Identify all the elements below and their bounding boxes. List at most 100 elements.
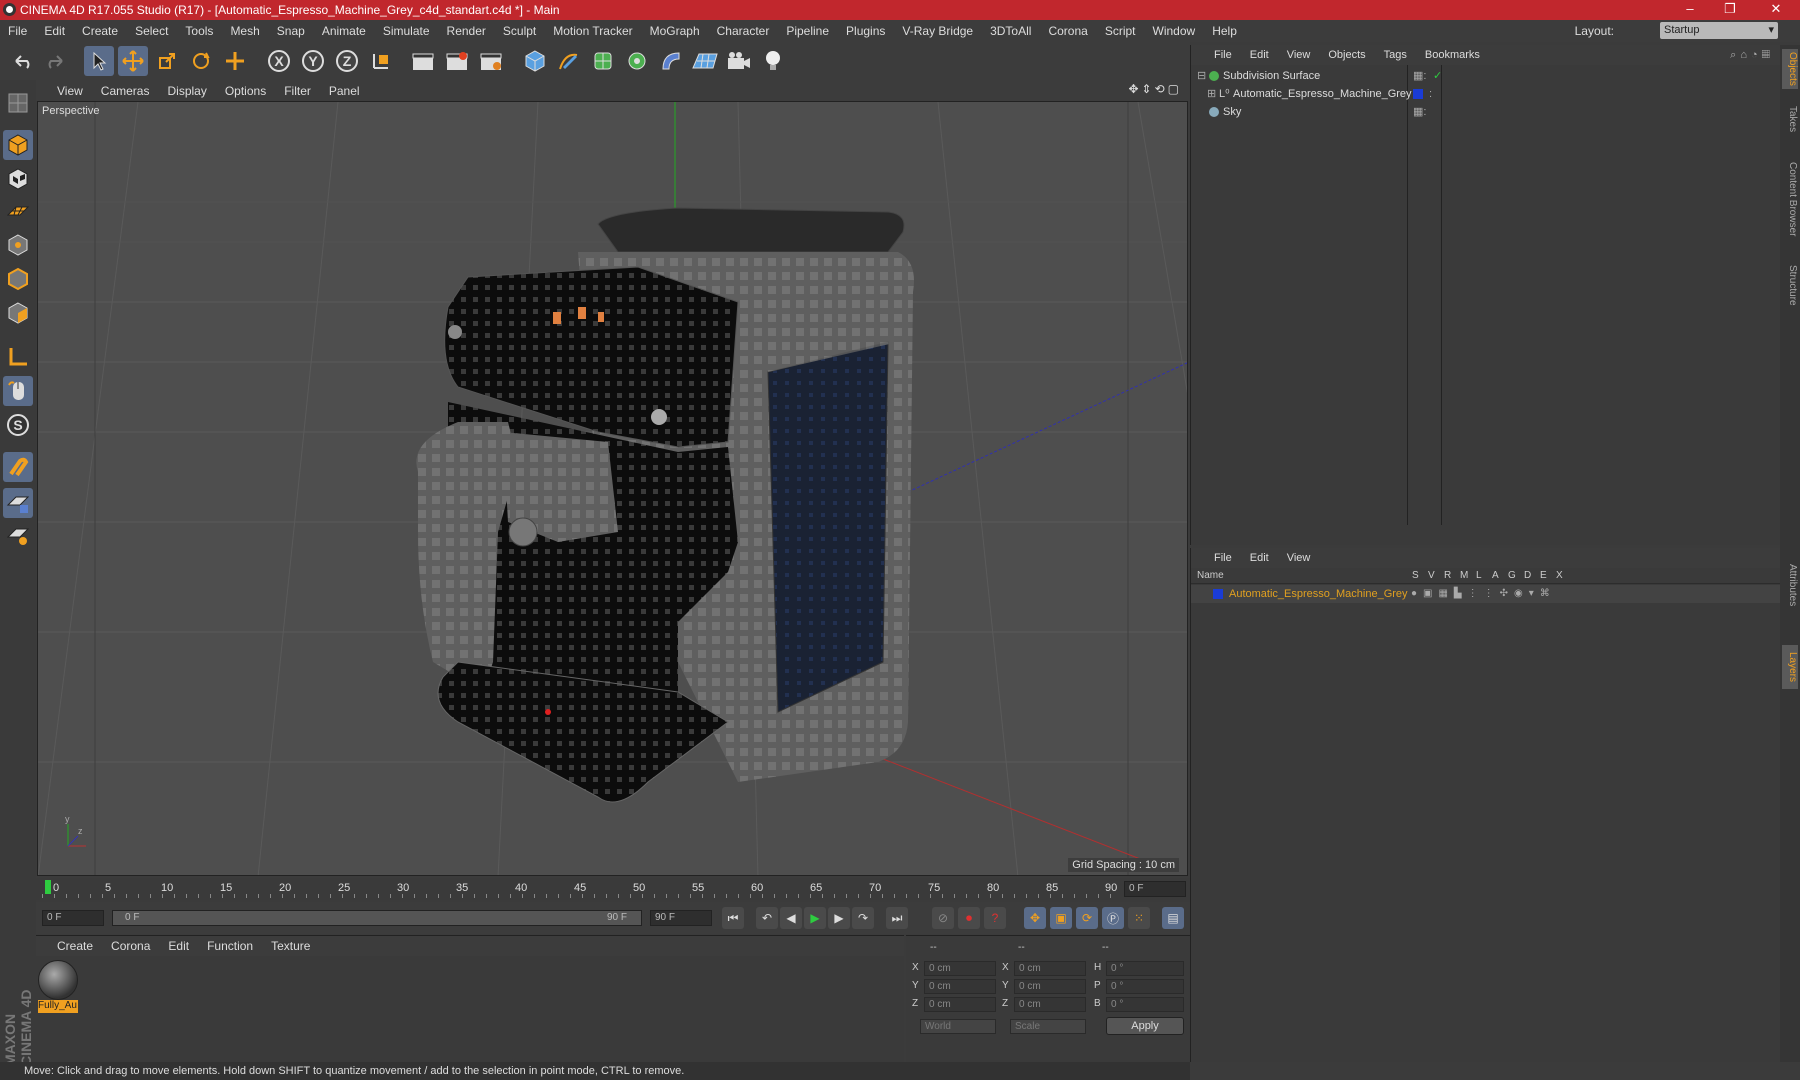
render-view-button[interactable] (408, 46, 438, 76)
texture-mode-button[interactable] (3, 164, 33, 194)
solo-button[interactable] (3, 520, 33, 550)
menu-tools[interactable]: Tools (177, 24, 222, 38)
tab-layers[interactable]: Layers (1782, 645, 1798, 689)
menu-vray-bridge[interactable]: V-Ray Bridge (894, 24, 982, 38)
select-tool-button[interactable] (84, 46, 114, 76)
tab-structure[interactable]: Structure (1782, 255, 1798, 315)
menu-mesh[interactable]: Mesh (222, 24, 268, 38)
render-settings-button[interactable] (476, 46, 506, 76)
tab-takes[interactable]: Takes (1782, 99, 1798, 139)
prev-key-button[interactable]: ↶ (756, 907, 778, 929)
points-mode-button[interactable] (3, 230, 33, 260)
minimize-button[interactable]: – (1670, 0, 1710, 20)
obj-menu-bookmarks[interactable]: Bookmarks (1416, 49, 1489, 61)
menu-motion-tracker[interactable]: Motion Tracker (545, 24, 641, 38)
menu-snap[interactable]: Snap (269, 24, 314, 38)
grid-lock-button[interactable] (3, 488, 33, 518)
floor-button[interactable] (690, 46, 720, 76)
go-to-end-button[interactable]: ⏭ (886, 907, 908, 929)
timeline-ruler[interactable]: 0 5 10 15 20 25 30 35 40 45 50 55 60 65 … (36, 878, 1190, 900)
autokey-button[interactable]: ⏺ (958, 907, 980, 929)
viewport-menu-view[interactable]: View (48, 84, 92, 98)
light-button[interactable] (758, 46, 788, 76)
camera-button[interactable] (724, 46, 754, 76)
edges-mode-button[interactable] (3, 264, 33, 294)
timeline-playhead[interactable] (45, 880, 51, 894)
key-parameter-button[interactable]: Ⓟ (1102, 907, 1124, 929)
3d-viewport[interactable]: yz Perspective Grid Spacing : 10 cm (37, 101, 1188, 876)
model-mode-button[interactable] (3, 130, 33, 160)
object-row[interactable]: Sky ▦: (1191, 103, 1781, 121)
layer-row[interactable]: Automatic_Espresso_Machine_Grey ●▣▦▙⋮⋮✣◉… (1191, 585, 1781, 603)
collapse-icon[interactable]: ⊟ (1197, 67, 1206, 85)
world-select[interactable]: World (920, 1019, 996, 1034)
spline-pen-button[interactable] (554, 46, 584, 76)
subdivision-surface-button[interactable] (588, 46, 618, 76)
position-x-field[interactable]: 0 cm (924, 961, 996, 976)
apply-button[interactable]: Apply (1106, 1017, 1184, 1035)
object-row[interactable]: ⊟ Subdivision Surface ▦: ✓ (1191, 67, 1781, 85)
menu-edit[interactable]: Edit (36, 24, 74, 38)
object-row[interactable]: ⊞ L⁰ Automatic_Espresso_Machine_Grey : (1191, 85, 1781, 103)
snap-button[interactable]: S (3, 410, 33, 440)
key-pla-button[interactable]: ⁙ (1128, 907, 1150, 929)
menu-mograph[interactable]: MoGraph (642, 24, 709, 38)
y-axis-button[interactable]: Y (298, 46, 328, 76)
position-y-field[interactable]: 0 cm (924, 979, 996, 994)
position-z-field[interactable]: 0 cm (924, 997, 996, 1012)
menu-render[interactable]: Render (439, 24, 495, 38)
viewport-menu-display[interactable]: Display (158, 84, 215, 98)
menu-window[interactable]: Window (1145, 24, 1205, 38)
magnet-button[interactable] (3, 452, 33, 482)
prev-frame-button[interactable]: ◀ (780, 907, 802, 929)
redo-button[interactable] (40, 46, 70, 76)
layer-menu-file[interactable]: File (1205, 552, 1241, 564)
material-menu-function[interactable]: Function (198, 939, 262, 953)
obj-menu-objects[interactable]: Objects (1319, 49, 1374, 61)
viewport-menu-panel[interactable]: Panel (320, 84, 369, 98)
scale-select[interactable]: Scale (1010, 1019, 1086, 1034)
undo-button[interactable] (8, 46, 38, 76)
size-x-field[interactable]: 0 cm (1014, 961, 1086, 976)
layer-color-swatch[interactable] (1413, 89, 1423, 99)
obj-menu-file[interactable]: File (1205, 49, 1241, 61)
rotate-tool-button[interactable] (186, 46, 216, 76)
menu-select[interactable]: Select (127, 24, 177, 38)
cloner-button[interactable] (622, 46, 652, 76)
render-to-picture-viewer-button[interactable] (442, 46, 472, 76)
obj-menu-view[interactable]: View (1278, 49, 1320, 61)
next-frame-button[interactable]: ▶ (828, 907, 850, 929)
search-icon[interactable]: ⌕⌂◔▦ (1730, 49, 1774, 62)
key-scale-button[interactable]: ▣ (1050, 907, 1072, 929)
restore-button[interactable]: ❐ (1710, 0, 1750, 20)
menu-create[interactable]: Create (74, 24, 127, 38)
start-frame-field[interactable]: 0 F (42, 910, 104, 926)
scale-tool-button[interactable] (152, 46, 182, 76)
obj-menu-tags[interactable]: Tags (1375, 49, 1416, 61)
material-menu-corona[interactable]: Corona (102, 939, 159, 953)
key-position-button[interactable]: ✥ (1024, 907, 1046, 929)
record-keys-button[interactable]: ⊘ (932, 907, 954, 929)
menu-3dtoall[interactable]: 3DToAll (982, 24, 1040, 38)
rotation-b-field[interactable]: 0 ° (1106, 997, 1184, 1012)
viewport-menu-options[interactable]: Options (216, 84, 275, 98)
menu-character[interactable]: Character (709, 24, 779, 38)
expand-icon[interactable]: ⊞ (1207, 85, 1216, 103)
layer-toggle-icons[interactable]: ●▣▦▙⋮⋮✣◉▾⌘ (1411, 585, 1556, 603)
viewport-menu-cameras[interactable]: Cameras (92, 84, 159, 98)
keyframe-help-button[interactable]: ? (984, 907, 1006, 929)
material-menu-edit[interactable]: Edit (159, 939, 198, 953)
cube-object-button[interactable] (520, 46, 550, 76)
menu-animate[interactable]: Animate (314, 24, 375, 38)
tweak-mode-button[interactable] (3, 376, 33, 406)
move-tool-button[interactable] (118, 46, 148, 76)
layout-select[interactable]: Startup ▾ (1660, 22, 1778, 39)
deformer-button[interactable] (656, 46, 686, 76)
visibility-dots-icon[interactable]: ▦: (1413, 67, 1426, 85)
coordinate-system-button[interactable] (366, 46, 396, 76)
frame-range-slider[interactable]: 0 F 90 F (112, 910, 642, 926)
tab-content-browser[interactable]: Content Browser (1782, 149, 1798, 249)
axis-mode-button[interactable] (3, 342, 33, 372)
size-z-field[interactable]: 0 cm (1014, 997, 1086, 1012)
menu-script[interactable]: Script (1097, 24, 1145, 38)
